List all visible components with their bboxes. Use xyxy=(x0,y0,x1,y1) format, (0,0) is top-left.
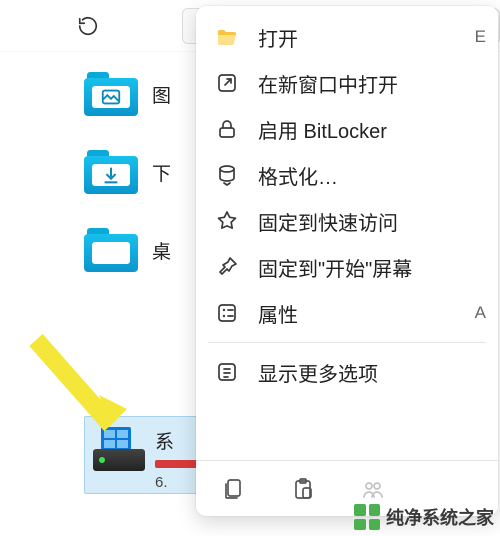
menu-shortcut: E xyxy=(475,27,486,47)
menu-separator xyxy=(208,342,486,343)
star-icon xyxy=(214,208,240,234)
folder-label: 桌 xyxy=(152,237,171,264)
menu-label: 在新窗口中打开 xyxy=(258,69,398,98)
properties-icon xyxy=(214,300,240,326)
paste-icon[interactable] xyxy=(290,476,316,502)
menu-open-new-window[interactable]: 在新窗口中打开 xyxy=(196,60,498,106)
format-drive-icon xyxy=(214,162,240,188)
copy-icon[interactable] xyxy=(220,476,246,502)
watermark: 纯净系统之家 xyxy=(354,504,494,530)
menu-shortcut: A xyxy=(475,303,486,323)
watermark-text: 纯净系统之家 xyxy=(386,504,494,530)
menu-open[interactable]: 打开 E xyxy=(196,14,498,60)
menu-label: 固定到快速访问 xyxy=(258,207,398,236)
lock-icon xyxy=(214,116,240,142)
drive-icon xyxy=(93,425,145,477)
context-menu: 打开 E 在新窗口中打开 启用 BitLocker 格式化… 固定到快速访问 固… xyxy=(196,6,498,516)
more-icon xyxy=(214,359,240,385)
folder-icon xyxy=(84,72,138,116)
folder-label: 图 xyxy=(152,81,171,108)
menu-label: 属性 xyxy=(258,299,298,328)
new-window-icon xyxy=(214,70,240,96)
share-icon xyxy=(360,476,386,502)
menu-properties[interactable]: 属性 A xyxy=(196,290,498,336)
menu-label: 启用 BitLocker xyxy=(258,115,387,144)
menu-label: 显示更多选项 xyxy=(258,358,378,387)
menu-format[interactable]: 格式化… xyxy=(196,152,498,198)
folder-open-icon xyxy=(214,24,240,50)
menu-bitlocker[interactable]: 启用 BitLocker xyxy=(196,106,498,152)
folder-label: 下 xyxy=(152,159,171,186)
folder-icon xyxy=(84,150,138,194)
refresh-button[interactable] xyxy=(70,8,106,44)
folder-icon xyxy=(84,228,138,272)
menu-pin-start[interactable]: 固定到"开始"屏幕 xyxy=(196,244,498,290)
menu-show-more[interactable]: 显示更多选项 xyxy=(196,349,498,395)
pin-icon xyxy=(214,254,240,280)
menu-label: 格式化… xyxy=(258,161,338,190)
menu-label: 固定到"开始"屏幕 xyxy=(258,253,412,282)
menu-label: 打开 xyxy=(258,23,298,52)
watermark-logo-icon xyxy=(354,504,380,530)
menu-pin-quick-access[interactable]: 固定到快速访问 xyxy=(196,198,498,244)
